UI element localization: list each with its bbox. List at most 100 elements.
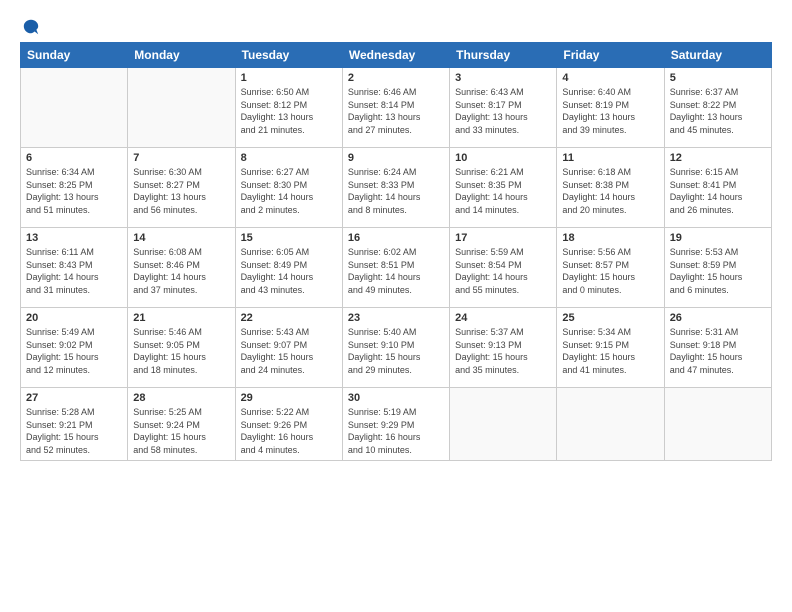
- day-number: 26: [670, 312, 766, 324]
- calendar-cell: 26 Sunrise: 5:31 AM Sunset: 9:18 PM Dayli…: [664, 308, 771, 388]
- calendar-cell: 30 Sunrise: 5:19 AM Sunset: 9:29 PM Dayli…: [342, 388, 449, 461]
- day-number: 10: [455, 152, 551, 164]
- day-number: 23: [348, 312, 444, 324]
- calendar-week-4: 20 Sunrise: 5:49 AM Sunset: 9:02 PM Dayli…: [21, 308, 772, 388]
- logo-bird-icon: [22, 18, 40, 36]
- day-info: Sunrise: 6:15 AM Sunset: 8:41 PM Dayligh…: [670, 166, 766, 216]
- day-number: 21: [133, 312, 229, 324]
- day-info: Sunrise: 5:40 AM Sunset: 9:10 PM Dayligh…: [348, 326, 444, 376]
- day-info: Sunrise: 5:34 AM Sunset: 9:15 PM Dayligh…: [562, 326, 658, 376]
- day-info: Sunrise: 6:21 AM Sunset: 8:35 PM Dayligh…: [455, 166, 551, 216]
- day-number: 6: [26, 152, 122, 164]
- header: [20, 18, 772, 36]
- calendar-header-tuesday: Tuesday: [235, 43, 342, 68]
- day-info: Sunrise: 5:59 AM Sunset: 8:54 PM Dayligh…: [455, 246, 551, 296]
- calendar-week-5: 27 Sunrise: 5:28 AM Sunset: 9:21 PM Dayli…: [21, 388, 772, 461]
- day-info: Sunrise: 6:27 AM Sunset: 8:30 PM Dayligh…: [241, 166, 337, 216]
- calendar-header-thursday: Thursday: [450, 43, 557, 68]
- day-info: Sunrise: 5:25 AM Sunset: 9:24 PM Dayligh…: [133, 406, 229, 456]
- day-number: 9: [348, 152, 444, 164]
- day-number: 1: [241, 72, 337, 84]
- day-number: 15: [241, 232, 337, 244]
- calendar-cell: 17 Sunrise: 5:59 AM Sunset: 8:54 PM Dayli…: [450, 228, 557, 308]
- calendar-cell: 20 Sunrise: 5:49 AM Sunset: 9:02 PM Dayli…: [21, 308, 128, 388]
- day-info: Sunrise: 5:53 AM Sunset: 8:59 PM Dayligh…: [670, 246, 766, 296]
- day-number: 3: [455, 72, 551, 84]
- day-number: 16: [348, 232, 444, 244]
- calendar-cell: [557, 388, 664, 461]
- calendar-cell: 13 Sunrise: 6:11 AM Sunset: 8:43 PM Dayli…: [21, 228, 128, 308]
- calendar-cell: 11Sunrise: 6:18 AM Sunset: 8:38 PM Dayli…: [557, 148, 664, 228]
- calendar-table: SundayMondayTuesdayWednesdayThursdayFrid…: [20, 42, 772, 461]
- day-info: Sunrise: 6:18 AM Sunset: 8:38 PM Dayligh…: [562, 166, 658, 216]
- day-info: Sunrise: 5:19 AM Sunset: 9:29 PM Dayligh…: [348, 406, 444, 456]
- day-number: 24: [455, 312, 551, 324]
- day-info: Sunrise: 6:37 AM Sunset: 8:22 PM Dayligh…: [670, 86, 766, 136]
- calendar-cell: 15 Sunrise: 6:05 AM Sunset: 8:49 PM Dayli…: [235, 228, 342, 308]
- calendar-cell: [664, 388, 771, 461]
- day-info: Sunrise: 6:11 AM Sunset: 8:43 PM Dayligh…: [26, 246, 122, 296]
- day-number: 13: [26, 232, 122, 244]
- calendar-cell: 1 Sunrise: 6:50 AM Sunset: 8:12 PM Daylig…: [235, 68, 342, 148]
- calendar-cell: 10 Sunrise: 6:21 AM Sunset: 8:35 PM Dayli…: [450, 148, 557, 228]
- calendar-cell: [21, 68, 128, 148]
- calendar-header-monday: Monday: [128, 43, 235, 68]
- day-info: Sunrise: 5:49 AM Sunset: 9:02 PM Dayligh…: [26, 326, 122, 376]
- day-number: 18: [562, 232, 658, 244]
- calendar-week-1: 1 Sunrise: 6:50 AM Sunset: 8:12 PM Daylig…: [21, 68, 772, 148]
- day-number: 5: [670, 72, 766, 84]
- day-number: 8: [241, 152, 337, 164]
- day-info: Sunrise: 5:22 AM Sunset: 9:26 PM Dayligh…: [241, 406, 337, 456]
- day-info: Sunrise: 6:43 AM Sunset: 8:17 PM Dayligh…: [455, 86, 551, 136]
- day-info: Sunrise: 5:31 AM Sunset: 9:18 PM Dayligh…: [670, 326, 766, 376]
- day-number: 28: [133, 392, 229, 404]
- day-info: Sunrise: 6:34 AM Sunset: 8:25 PM Dayligh…: [26, 166, 122, 216]
- day-info: Sunrise: 6:02 AM Sunset: 8:51 PM Dayligh…: [348, 246, 444, 296]
- calendar-cell: 28 Sunrise: 5:25 AM Sunset: 9:24 PM Dayli…: [128, 388, 235, 461]
- day-number: 27: [26, 392, 122, 404]
- calendar-header-sunday: Sunday: [21, 43, 128, 68]
- day-info: Sunrise: 6:05 AM Sunset: 8:49 PM Dayligh…: [241, 246, 337, 296]
- calendar-cell: 2Sunrise: 6:46 AM Sunset: 8:14 PM Daylig…: [342, 68, 449, 148]
- calendar-cell: 25 Sunrise: 5:34 AM Sunset: 9:15 PM Dayli…: [557, 308, 664, 388]
- day-info: Sunrise: 6:08 AM Sunset: 8:46 PM Dayligh…: [133, 246, 229, 296]
- calendar-cell: 14Sunrise: 6:08 AM Sunset: 8:46 PM Dayli…: [128, 228, 235, 308]
- calendar-header-friday: Friday: [557, 43, 664, 68]
- day-info: Sunrise: 6:24 AM Sunset: 8:33 PM Dayligh…: [348, 166, 444, 216]
- calendar-header-saturday: Saturday: [664, 43, 771, 68]
- day-info: Sunrise: 5:43 AM Sunset: 9:07 PM Dayligh…: [241, 326, 337, 376]
- calendar-cell: [128, 68, 235, 148]
- calendar-week-2: 6 Sunrise: 6:34 AM Sunset: 8:25 PM Daylig…: [21, 148, 772, 228]
- calendar-cell: 18 Sunrise: 5:56 AM Sunset: 8:57 PM Dayli…: [557, 228, 664, 308]
- day-number: 29: [241, 392, 337, 404]
- day-number: 25: [562, 312, 658, 324]
- calendar-cell: 12 Sunrise: 6:15 AM Sunset: 8:41 PM Dayli…: [664, 148, 771, 228]
- day-info: Sunrise: 5:28 AM Sunset: 9:21 PM Dayligh…: [26, 406, 122, 456]
- calendar-cell: 27 Sunrise: 5:28 AM Sunset: 9:21 PM Dayli…: [21, 388, 128, 461]
- day-info: Sunrise: 6:50 AM Sunset: 8:12 PM Dayligh…: [241, 86, 337, 136]
- logo: [20, 18, 40, 36]
- day-number: 17: [455, 232, 551, 244]
- calendar-cell: 22Sunrise: 5:43 AM Sunset: 9:07 PM Dayli…: [235, 308, 342, 388]
- calendar-cell: 4 Sunrise: 6:40 AM Sunset: 8:19 PM Daylig…: [557, 68, 664, 148]
- calendar-cell: 5 Sunrise: 6:37 AM Sunset: 8:22 PM Daylig…: [664, 68, 771, 148]
- day-number: 19: [670, 232, 766, 244]
- day-info: Sunrise: 5:56 AM Sunset: 8:57 PM Dayligh…: [562, 246, 658, 296]
- day-number: 20: [26, 312, 122, 324]
- calendar-cell: 21Sunrise: 5:46 AM Sunset: 9:05 PM Dayli…: [128, 308, 235, 388]
- calendar-cell: 23 Sunrise: 5:40 AM Sunset: 9:10 PM Dayli…: [342, 308, 449, 388]
- calendar-cell: [450, 388, 557, 461]
- day-number: 30: [348, 392, 444, 404]
- day-number: 4: [562, 72, 658, 84]
- logo-text: [20, 18, 40, 36]
- calendar-week-3: 13 Sunrise: 6:11 AM Sunset: 8:43 PM Dayli…: [21, 228, 772, 308]
- day-info: Sunrise: 6:30 AM Sunset: 8:27 PM Dayligh…: [133, 166, 229, 216]
- calendar-cell: 6 Sunrise: 6:34 AM Sunset: 8:25 PM Daylig…: [21, 148, 128, 228]
- calendar-cell: 8 Sunrise: 6:27 AM Sunset: 8:30 PM Daylig…: [235, 148, 342, 228]
- day-number: 2: [348, 72, 444, 84]
- calendar-cell: 9 Sunrise: 6:24 AM Sunset: 8:33 PM Daylig…: [342, 148, 449, 228]
- calendar-cell: 24Sunrise: 5:37 AM Sunset: 9:13 PM Dayli…: [450, 308, 557, 388]
- day-number: 12: [670, 152, 766, 164]
- day-info: Sunrise: 6:40 AM Sunset: 8:19 PM Dayligh…: [562, 86, 658, 136]
- page: SundayMondayTuesdayWednesdayThursdayFrid…: [0, 0, 792, 612]
